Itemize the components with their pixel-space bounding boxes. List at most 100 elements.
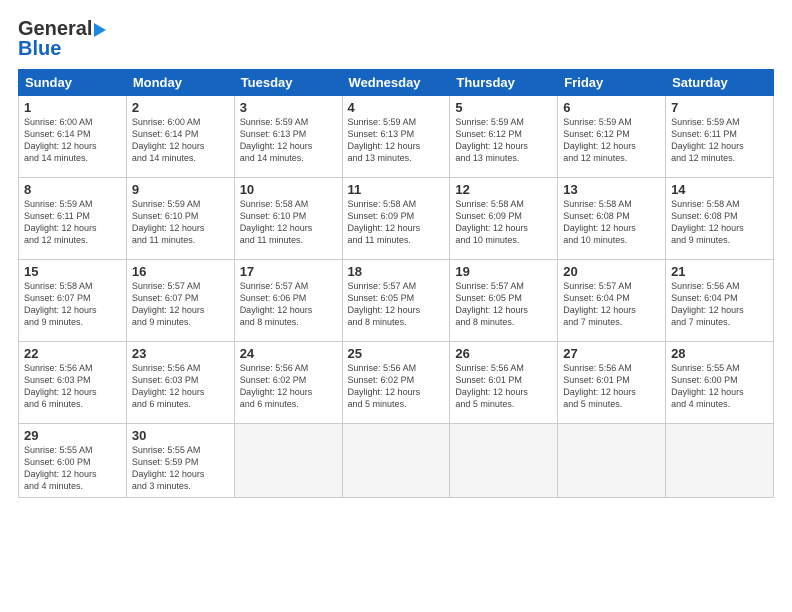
day-number: 7: [671, 100, 768, 115]
day-info: Sunrise: 5:59 AM Sunset: 6:12 PM Dayligh…: [563, 116, 660, 165]
day-info: Sunrise: 5:58 AM Sunset: 6:07 PM Dayligh…: [24, 280, 121, 329]
calendar-day-cell: 20Sunrise: 5:57 AM Sunset: 6:04 PM Dayli…: [558, 260, 666, 342]
weekday-header: Sunday: [19, 70, 127, 96]
calendar-day-cell: [666, 424, 774, 498]
day-number: 26: [455, 346, 552, 361]
day-number: 4: [348, 100, 445, 115]
day-number: 1: [24, 100, 121, 115]
day-info: Sunrise: 5:56 AM Sunset: 6:03 PM Dayligh…: [24, 362, 121, 411]
day-number: 22: [24, 346, 121, 361]
day-number: 13: [563, 182, 660, 197]
calendar-day-cell: 2Sunrise: 6:00 AM Sunset: 6:14 PM Daylig…: [126, 96, 234, 178]
header: General Blue: [18, 18, 774, 61]
calendar-day-cell: 12Sunrise: 5:58 AM Sunset: 6:09 PM Dayli…: [450, 178, 558, 260]
day-number: 18: [348, 264, 445, 279]
day-number: 23: [132, 346, 229, 361]
calendar-day-cell: 3Sunrise: 5:59 AM Sunset: 6:13 PM Daylig…: [234, 96, 342, 178]
weekday-header: Friday: [558, 70, 666, 96]
weekday-header: Monday: [126, 70, 234, 96]
calendar-day-cell: [234, 424, 342, 498]
day-info: Sunrise: 5:57 AM Sunset: 6:05 PM Dayligh…: [348, 280, 445, 329]
calendar-day-cell: 28Sunrise: 5:55 AM Sunset: 6:00 PM Dayli…: [666, 342, 774, 424]
day-info: Sunrise: 5:55 AM Sunset: 5:59 PM Dayligh…: [132, 444, 229, 493]
day-info: Sunrise: 5:57 AM Sunset: 6:04 PM Dayligh…: [563, 280, 660, 329]
calendar-day-cell: 23Sunrise: 5:56 AM Sunset: 6:03 PM Dayli…: [126, 342, 234, 424]
logo-blue: Blue: [18, 38, 61, 61]
calendar-day-cell: 21Sunrise: 5:56 AM Sunset: 6:04 PM Dayli…: [666, 260, 774, 342]
day-info: Sunrise: 5:58 AM Sunset: 6:08 PM Dayligh…: [671, 198, 768, 247]
day-info: Sunrise: 5:57 AM Sunset: 6:05 PM Dayligh…: [455, 280, 552, 329]
day-number: 25: [348, 346, 445, 361]
day-info: Sunrise: 5:59 AM Sunset: 6:12 PM Dayligh…: [455, 116, 552, 165]
calendar-day-cell: 13Sunrise: 5:58 AM Sunset: 6:08 PM Dayli…: [558, 178, 666, 260]
calendar-week-row: 1 Sunrise: 6:00 AM Sunset: 6:14 PM Daylig…: [19, 96, 774, 178]
calendar-header-row: SundayMondayTuesdayWednesdayThursdayFrid…: [19, 70, 774, 96]
calendar-day-cell: 15Sunrise: 5:58 AM Sunset: 6:07 PM Dayli…: [19, 260, 127, 342]
calendar-day-cell: 7Sunrise: 5:59 AM Sunset: 6:11 PM Daylig…: [666, 96, 774, 178]
calendar-day-cell: 9Sunrise: 5:59 AM Sunset: 6:10 PM Daylig…: [126, 178, 234, 260]
day-info: Sunrise: 5:57 AM Sunset: 6:07 PM Dayligh…: [132, 280, 229, 329]
day-info: Sunrise: 5:59 AM Sunset: 6:11 PM Dayligh…: [24, 198, 121, 247]
day-info: Sunrise: 5:58 AM Sunset: 6:08 PM Dayligh…: [563, 198, 660, 247]
day-number: 9: [132, 182, 229, 197]
day-number: 29: [24, 428, 121, 443]
day-info: Sunrise: 5:56 AM Sunset: 6:03 PM Dayligh…: [132, 362, 229, 411]
calendar-day-cell: 19Sunrise: 5:57 AM Sunset: 6:05 PM Dayli…: [450, 260, 558, 342]
day-number: 28: [671, 346, 768, 361]
day-info: Sunrise: 5:55 AM Sunset: 6:00 PM Dayligh…: [671, 362, 768, 411]
calendar-week-row: 8Sunrise: 5:59 AM Sunset: 6:11 PM Daylig…: [19, 178, 774, 260]
day-number: 12: [455, 182, 552, 197]
day-number: 6: [563, 100, 660, 115]
calendar-day-cell: 25Sunrise: 5:56 AM Sunset: 6:02 PM Dayli…: [342, 342, 450, 424]
day-info: Sunrise: 5:59 AM Sunset: 6:11 PM Dayligh…: [671, 116, 768, 165]
logo-arrow-icon: [94, 23, 106, 37]
day-info: Sunrise: 5:59 AM Sunset: 6:13 PM Dayligh…: [240, 116, 337, 165]
calendar-week-row: 29Sunrise: 5:55 AM Sunset: 6:00 PM Dayli…: [19, 424, 774, 498]
weekday-header: Thursday: [450, 70, 558, 96]
logo: General Blue: [18, 18, 106, 61]
calendar-day-cell: 27Sunrise: 5:56 AM Sunset: 6:01 PM Dayli…: [558, 342, 666, 424]
calendar-day-cell: 16Sunrise: 5:57 AM Sunset: 6:07 PM Dayli…: [126, 260, 234, 342]
weekday-header: Saturday: [666, 70, 774, 96]
day-info: Sunrise: 5:58 AM Sunset: 6:09 PM Dayligh…: [455, 198, 552, 247]
day-number: 30: [132, 428, 229, 443]
day-info: Sunrise: 5:56 AM Sunset: 6:01 PM Dayligh…: [455, 362, 552, 411]
calendar-day-cell: 22Sunrise: 5:56 AM Sunset: 6:03 PM Dayli…: [19, 342, 127, 424]
weekday-header: Wednesday: [342, 70, 450, 96]
day-info: Sunrise: 6:00 AM Sunset: 6:14 PM Dayligh…: [132, 116, 229, 165]
day-info: Sunrise: 5:58 AM Sunset: 6:09 PM Dayligh…: [348, 198, 445, 247]
calendar-day-cell: 6Sunrise: 5:59 AM Sunset: 6:12 PM Daylig…: [558, 96, 666, 178]
day-number: 24: [240, 346, 337, 361]
calendar-day-cell: 29Sunrise: 5:55 AM Sunset: 6:00 PM Dayli…: [19, 424, 127, 498]
day-info: Sunrise: 5:58 AM Sunset: 6:10 PM Dayligh…: [240, 198, 337, 247]
calendar-day-cell: 4Sunrise: 5:59 AM Sunset: 6:13 PM Daylig…: [342, 96, 450, 178]
calendar-week-row: 15Sunrise: 5:58 AM Sunset: 6:07 PM Dayli…: [19, 260, 774, 342]
day-info: Sunrise: 5:56 AM Sunset: 6:04 PM Dayligh…: [671, 280, 768, 329]
day-number: 17: [240, 264, 337, 279]
day-number: 21: [671, 264, 768, 279]
day-info: Sunrise: 5:56 AM Sunset: 6:02 PM Dayligh…: [348, 362, 445, 411]
day-number: 5: [455, 100, 552, 115]
day-number: 10: [240, 182, 337, 197]
day-info: Sunrise: 5:57 AM Sunset: 6:06 PM Dayligh…: [240, 280, 337, 329]
day-number: 16: [132, 264, 229, 279]
day-number: 14: [671, 182, 768, 197]
day-info: Sunrise: 5:56 AM Sunset: 6:02 PM Dayligh…: [240, 362, 337, 411]
calendar-day-cell: 1Sunrise: 6:00 AM Sunset: 6:14 PM Daylig…: [19, 96, 127, 178]
calendar-day-cell: 10Sunrise: 5:58 AM Sunset: 6:10 PM Dayli…: [234, 178, 342, 260]
day-number: 2: [132, 100, 229, 115]
day-info: Sunrise: 5:55 AM Sunset: 6:00 PM Dayligh…: [24, 444, 121, 493]
calendar-body: 1 Sunrise: 6:00 AM Sunset: 6:14 PM Daylig…: [19, 96, 774, 498]
day-number: 11: [348, 182, 445, 197]
weekday-header: Tuesday: [234, 70, 342, 96]
calendar-page: General Blue SundayMondayTuesdayWednesda…: [0, 0, 792, 612]
calendar-day-cell: 24Sunrise: 5:56 AM Sunset: 6:02 PM Dayli…: [234, 342, 342, 424]
calendar-day-cell: [342, 424, 450, 498]
day-info: Sunrise: 5:59 AM Sunset: 6:10 PM Dayligh…: [132, 198, 229, 247]
day-number: 3: [240, 100, 337, 115]
day-info: Sunrise: 5:59 AM Sunset: 6:13 PM Dayligh…: [348, 116, 445, 165]
calendar-day-cell: 30Sunrise: 5:55 AM Sunset: 5:59 PM Dayli…: [126, 424, 234, 498]
day-number: 8: [24, 182, 121, 197]
calendar-week-row: 22Sunrise: 5:56 AM Sunset: 6:03 PM Dayli…: [19, 342, 774, 424]
calendar-day-cell: 18Sunrise: 5:57 AM Sunset: 6:05 PM Dayli…: [342, 260, 450, 342]
